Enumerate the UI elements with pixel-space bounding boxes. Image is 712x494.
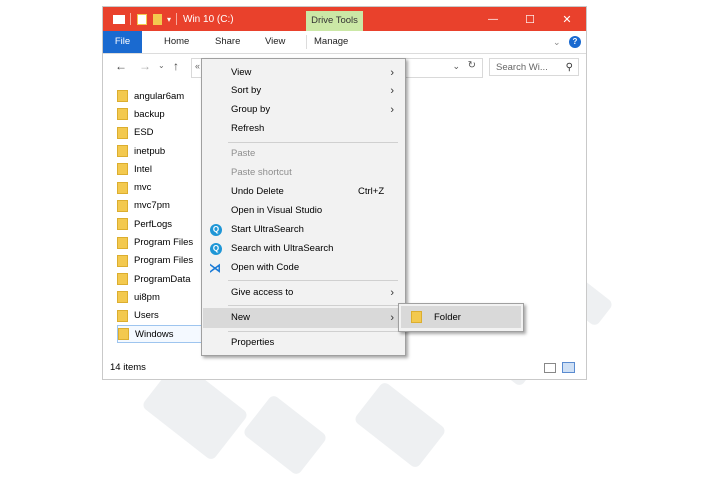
- menu-separator: [228, 142, 398, 143]
- address-prefix: «: [195, 61, 201, 71]
- menu-item-properties[interactable]: Properties: [203, 334, 404, 352]
- submenu-item-folder[interactable]: Folder: [401, 306, 521, 328]
- folder-icon: [117, 236, 128, 249]
- menu-item-paste-shortcut: Paste shortcut: [231, 167, 292, 178]
- customize-toolbar-icon[interactable]: ▾: [167, 15, 171, 24]
- list-item[interactable]: Program Files: [117, 233, 207, 251]
- menu-item-give-access-to[interactable]: Give access to ›: [203, 284, 404, 302]
- folder-icon: [117, 218, 128, 231]
- menu-item-view[interactable]: View ›: [203, 64, 404, 82]
- ultrasearch-icon: Q: [210, 243, 222, 255]
- recent-locations-icon[interactable]: ⌄: [158, 61, 165, 70]
- title-bar: ▾ Win 10 (C:) Drive Tools — ☐ ✕: [103, 7, 586, 31]
- refresh-icon[interactable]: ↻: [468, 60, 476, 71]
- menu-item-group-by[interactable]: Group by ›: [203, 101, 404, 119]
- drive-tools-tab[interactable]: Drive Tools: [306, 11, 363, 31]
- list-item[interactable]: ProgramData: [117, 270, 207, 288]
- list-item[interactable]: ESD: [117, 124, 207, 142]
- context-menu: View › Sort by › Group by › Refresh Paste P…: [201, 58, 406, 356]
- drive-icon[interactable]: [113, 14, 125, 24]
- folder-icon: [117, 273, 128, 286]
- list-item[interactable]: Program Files: [117, 252, 207, 270]
- folder-icon: [117, 126, 128, 139]
- search-icon: ⚲: [565, 62, 573, 73]
- menu-item-new[interactable]: New ›: [203, 308, 404, 328]
- help-icon[interactable]: ?: [569, 36, 581, 48]
- chevron-right-icon: ›: [390, 104, 394, 116]
- chevron-right-icon: ›: [390, 67, 394, 79]
- tab-view[interactable]: View: [265, 31, 285, 53]
- maximize-button[interactable]: ☐: [512, 7, 548, 31]
- watermark-shape: [242, 393, 328, 477]
- shortcut-label: Ctrl+Z: [358, 186, 385, 197]
- divider: [130, 13, 131, 25]
- chevron-right-icon: ›: [390, 85, 394, 97]
- folder-icon: [117, 90, 128, 103]
- folder-icon: [117, 163, 128, 176]
- list-item[interactable]: backup: [117, 105, 207, 123]
- divider: [176, 13, 178, 25]
- menu-item-start-ultrasearch[interactable]: Q Start UltraSearch: [203, 221, 404, 239]
- ribbon-expand-icon[interactable]: ⌄: [553, 31, 561, 53]
- folder-icon: [117, 145, 128, 158]
- file-list: angular6am backup ESD inetpub Intel mvc …: [117, 87, 207, 344]
- menu-separator: [228, 280, 398, 281]
- chevron-right-icon: ›: [390, 287, 394, 299]
- watermark-shape: [353, 380, 447, 470]
- new-submenu: Folder: [398, 303, 524, 332]
- list-item[interactable]: mvc: [117, 178, 207, 196]
- folder-icon: [117, 108, 128, 121]
- menu-separator: [228, 331, 398, 332]
- folder-icon: [117, 181, 128, 194]
- menu-separator: [228, 305, 398, 306]
- vscode-icon: ⋊: [209, 261, 221, 275]
- properties-icon[interactable]: [137, 13, 147, 25]
- tab-file[interactable]: File: [103, 31, 142, 53]
- search-input[interactable]: Search Wi... ⚲: [489, 58, 579, 76]
- forward-button[interactable]: →: [139, 59, 151, 73]
- list-item[interactable]: PerfLogs: [117, 215, 207, 233]
- menu-item-search-with-ultrasearch[interactable]: Q Search with UltraSearch: [203, 240, 404, 258]
- up-button[interactable]: ↑: [173, 59, 179, 73]
- menu-item-refresh[interactable]: Refresh: [203, 120, 404, 138]
- list-item[interactable]: mvc7pm: [117, 197, 207, 215]
- details-view-icon[interactable]: [544, 363, 556, 373]
- folder-icon: [117, 254, 128, 267]
- ultrasearch-icon: Q: [210, 224, 222, 236]
- menu-item-undo-delete[interactable]: Undo Delete Ctrl+Z: [203, 183, 404, 201]
- folder-icon: [117, 199, 128, 212]
- ribbon-tabs: File Home Share View Manage ⌄ ?: [103, 31, 586, 54]
- tab-share[interactable]: Share: [215, 31, 240, 53]
- list-item-selected[interactable]: Windows: [117, 324, 203, 344]
- menu-item-paste: Paste: [231, 148, 256, 159]
- status-item-count: 14 items: [110, 362, 146, 373]
- tab-home[interactable]: Home: [164, 31, 189, 53]
- folder-icon: [117, 309, 128, 322]
- folder-icon: [117, 291, 128, 304]
- menu-item-open-with-code[interactable]: ⋊ Open with Code: [203, 259, 404, 277]
- close-button[interactable]: ✕: [549, 7, 585, 31]
- window-title: Win 10 (C:): [183, 13, 234, 25]
- new-folder-icon[interactable]: [153, 13, 162, 25]
- back-button[interactable]: ←: [115, 59, 127, 73]
- list-item[interactable]: ui8pm: [117, 288, 207, 306]
- folder-icon: [118, 328, 129, 340]
- chevron-right-icon: ›: [390, 312, 394, 324]
- list-item[interactable]: Users: [117, 307, 207, 325]
- list-item[interactable]: Intel: [117, 160, 207, 178]
- folder-icon: [411, 311, 422, 323]
- quick-access-toolbar: ▾ Win 10 (C:): [113, 12, 234, 26]
- large-icons-view-icon[interactable]: [562, 362, 575, 373]
- list-item[interactable]: angular6am: [117, 87, 207, 105]
- list-item[interactable]: inetpub: [117, 142, 207, 160]
- menu-item-open-in-visual-studio[interactable]: Open in Visual Studio: [203, 202, 404, 220]
- search-placeholder: Search Wi...: [496, 62, 548, 73]
- divider: [306, 35, 307, 49]
- address-dropdown-icon[interactable]: ⌄: [452, 61, 460, 72]
- tab-manage[interactable]: Manage: [314, 31, 348, 53]
- menu-item-sort-by[interactable]: Sort by ›: [203, 82, 404, 100]
- minimize-button[interactable]: —: [475, 7, 511, 31]
